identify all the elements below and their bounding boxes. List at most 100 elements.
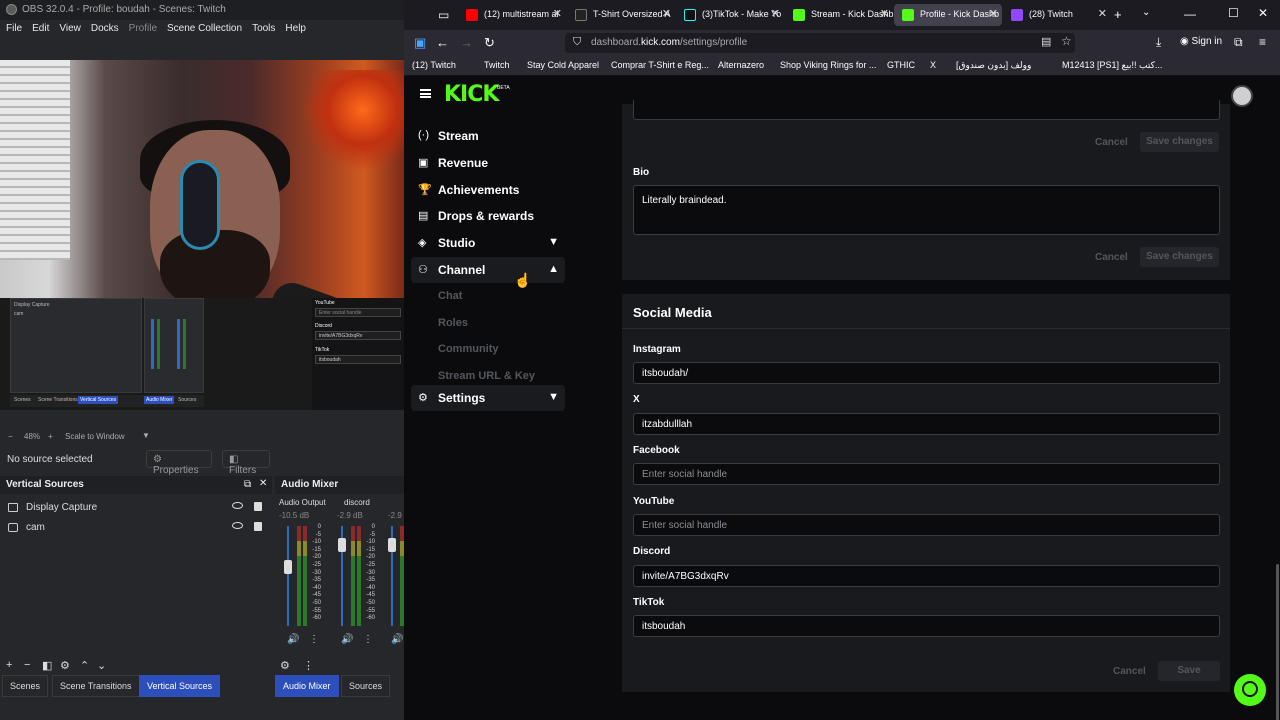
tab-vertical-sources[interactable]: Vertical Sources: [139, 675, 221, 697]
bookmark-item[interactable]: Twitch: [484, 60, 510, 70]
sidebar-item-stream[interactable]: (·) Stream: [411, 123, 565, 149]
x-field[interactable]: itzabdulllah: [633, 413, 1220, 435]
menu-tools[interactable]: Tools: [252, 23, 275, 40]
menu-help[interactable]: Help: [285, 23, 306, 40]
gear-icon[interactable]: ⚙: [60, 659, 70, 672]
tab-list-icon[interactable]: ▭: [438, 8, 449, 22]
sidebar-icon[interactable]: ▣: [414, 35, 426, 51]
tab-scene-transitions[interactable]: Scene Transitions: [52, 675, 140, 697]
browser-tab-active[interactable]: Profile - Kick Dashb ✕: [894, 4, 1002, 26]
more-icon[interactable]: ⋮: [303, 659, 314, 672]
filters-button[interactable]: ◧ Filters: [222, 450, 270, 476]
source-item-cam[interactable]: cam: [0, 518, 272, 538]
extensions-icon[interactable]: ⧉: [1234, 35, 1243, 50]
tiktok-field[interactable]: itsboudah: [633, 615, 1220, 637]
avatar[interactable]: [1231, 85, 1253, 107]
sidebar-item-revenue[interactable]: ▣ Revenue: [411, 150, 565, 176]
previous-field[interactable]: [633, 100, 1220, 120]
youtube-field[interactable]: Enter social handle: [633, 514, 1220, 536]
browser-tab[interactable]: (12) multistream al ✕: [458, 4, 566, 26]
tab-audio-mixer[interactable]: Audio Mixer: [275, 675, 339, 697]
source-item-display-capture[interactable]: Display Capture: [0, 498, 272, 518]
obs-preview[interactable]: Display Capture cam Scenes Scene Transit…: [0, 60, 404, 410]
eye-icon[interactable]: [232, 502, 243, 509]
tab-sources[interactable]: Sources: [341, 675, 391, 697]
sidebar-item-achievements[interactable]: 🏆 Achievements: [411, 177, 565, 203]
speaker-icon[interactable]: 🔊: [391, 634, 403, 645]
bookmark-item[interactable]: وولف [بدون صندوق]: [956, 60, 1031, 71]
menu-edit[interactable]: Edit: [32, 23, 49, 40]
facebook-field[interactable]: Enter social handle: [633, 463, 1220, 485]
eye-icon[interactable]: [232, 522, 243, 529]
filter-icon[interactable]: ◧: [42, 659, 52, 672]
volume-fader-handle[interactable]: [284, 560, 292, 574]
minimize-icon[interactable]: —: [1184, 7, 1196, 21]
hamburger-menu-icon[interactable]: [420, 89, 431, 98]
sidebar-item-channel[interactable]: ⚇ Channel ▲: [411, 257, 565, 283]
instagram-field[interactable]: itsboudah/: [633, 362, 1220, 384]
save-changes-button[interactable]: Save changes: [1140, 247, 1219, 267]
bookmark-item[interactable]: Comprar T-Shirt e Reg...: [611, 60, 709, 70]
close-tab-icon[interactable]: ✕: [553, 7, 562, 20]
close-window-icon[interactable]: ✕: [1258, 6, 1268, 20]
bookmark-item[interactable]: (12) Twitch: [412, 60, 456, 70]
browser-tab[interactable]: (28) Twitch ✕: [1003, 4, 1111, 26]
discord-field[interactable]: invite/A7BG3dxqRv: [633, 565, 1220, 587]
sidebar-subitem-roles[interactable]: Roles: [438, 317, 468, 329]
menu-file[interactable]: File: [6, 23, 22, 40]
bookmark-item[interactable]: Alternazero: [718, 60, 764, 70]
close-icon[interactable]: ✕: [259, 478, 267, 489]
lock-icon[interactable]: [254, 502, 262, 511]
close-tab-icon[interactable]: ✕: [880, 7, 889, 20]
undock-icon[interactable]: ⧉: [244, 479, 251, 490]
scale-mode[interactable]: Scale to Window: [65, 432, 125, 441]
menu-view[interactable]: View: [59, 23, 81, 40]
properties-button[interactable]: ⚙ Properties: [146, 450, 212, 476]
menu-docks[interactable]: Docks: [91, 23, 119, 40]
scrollbar[interactable]: [1276, 564, 1279, 720]
bookmark-item[interactable]: M12413 [PS1] كتب !!بيع...: [1062, 60, 1162, 71]
volume-fader-handle[interactable]: [388, 538, 396, 552]
forward-icon[interactable]: →: [460, 35, 473, 50]
zoom-out-icon[interactable]: −: [8, 432, 13, 441]
sidebar-subitem-stream-key[interactable]: Stream URL & Key: [438, 370, 535, 382]
bookmark-item[interactable]: Stay Cold Apparel: [527, 60, 599, 70]
speaker-icon[interactable]: 🔊: [287, 634, 299, 645]
volume-fader-track[interactable]: [287, 526, 289, 626]
address-bar[interactable]: ⛉ dashboard.kick.com/settings/profile ▤ …: [565, 33, 1075, 53]
move-up-icon[interactable]: ⌃: [80, 659, 89, 672]
save-button[interactable]: Save: [1158, 661, 1220, 681]
sidebar-subitem-chat[interactable]: Chat: [438, 290, 462, 302]
close-tab-icon[interactable]: ✕: [1098, 7, 1107, 20]
sidebar-item-settings[interactable]: ⚙ Settings ▼: [411, 385, 565, 411]
save-changes-button[interactable]: Save changes: [1140, 132, 1219, 152]
bookmark-star-icon[interactable]: ☆: [1061, 34, 1072, 48]
sidebar-subitem-community[interactable]: Community: [438, 343, 499, 355]
support-chat-icon[interactable]: [1234, 674, 1266, 706]
close-tab-icon[interactable]: ✕: [662, 7, 671, 20]
sign-in-button[interactable]: ◉ Sign in: [1180, 36, 1222, 47]
move-down-icon[interactable]: ⌄: [97, 659, 106, 672]
more-icon[interactable]: ⋮: [363, 634, 373, 645]
menu-profile[interactable]: Profile: [129, 23, 157, 40]
reader-view-icon[interactable]: ▤: [1041, 35, 1051, 48]
menu-scene-collection[interactable]: Scene Collection: [167, 23, 242, 40]
bookmark-item[interactable]: X: [930, 60, 936, 70]
browser-tab[interactable]: T-Shirt Oversized A ✕: [567, 4, 675, 26]
tab-scenes[interactable]: Scenes: [2, 675, 49, 697]
maximize-icon[interactable]: ☐: [1228, 6, 1239, 20]
cancel-button[interactable]: Cancel: [1113, 666, 1146, 677]
cancel-button[interactable]: Cancel: [1095, 137, 1128, 148]
close-tab-icon[interactable]: ✕: [989, 7, 998, 20]
more-icon[interactable]: ⋮: [309, 634, 319, 645]
kick-logo[interactable]: KICK: [444, 82, 499, 107]
sidebar-item-drops[interactable]: ▤ Drops & rewards: [411, 203, 565, 229]
chevron-down-icon[interactable]: ⌄: [1142, 7, 1150, 18]
bio-textarea[interactable]: Literally braindead.: [633, 185, 1220, 235]
back-icon[interactable]: ←: [436, 35, 449, 50]
menu-icon[interactable]: ≡: [1259, 35, 1266, 49]
add-icon[interactable]: +: [6, 659, 12, 671]
sidebar-item-studio[interactable]: ◈ Studio ▼: [411, 230, 565, 256]
browser-tab[interactable]: Stream - Kick Dashb ✕: [785, 4, 893, 26]
shield-icon[interactable]: ⛉: [573, 36, 581, 49]
